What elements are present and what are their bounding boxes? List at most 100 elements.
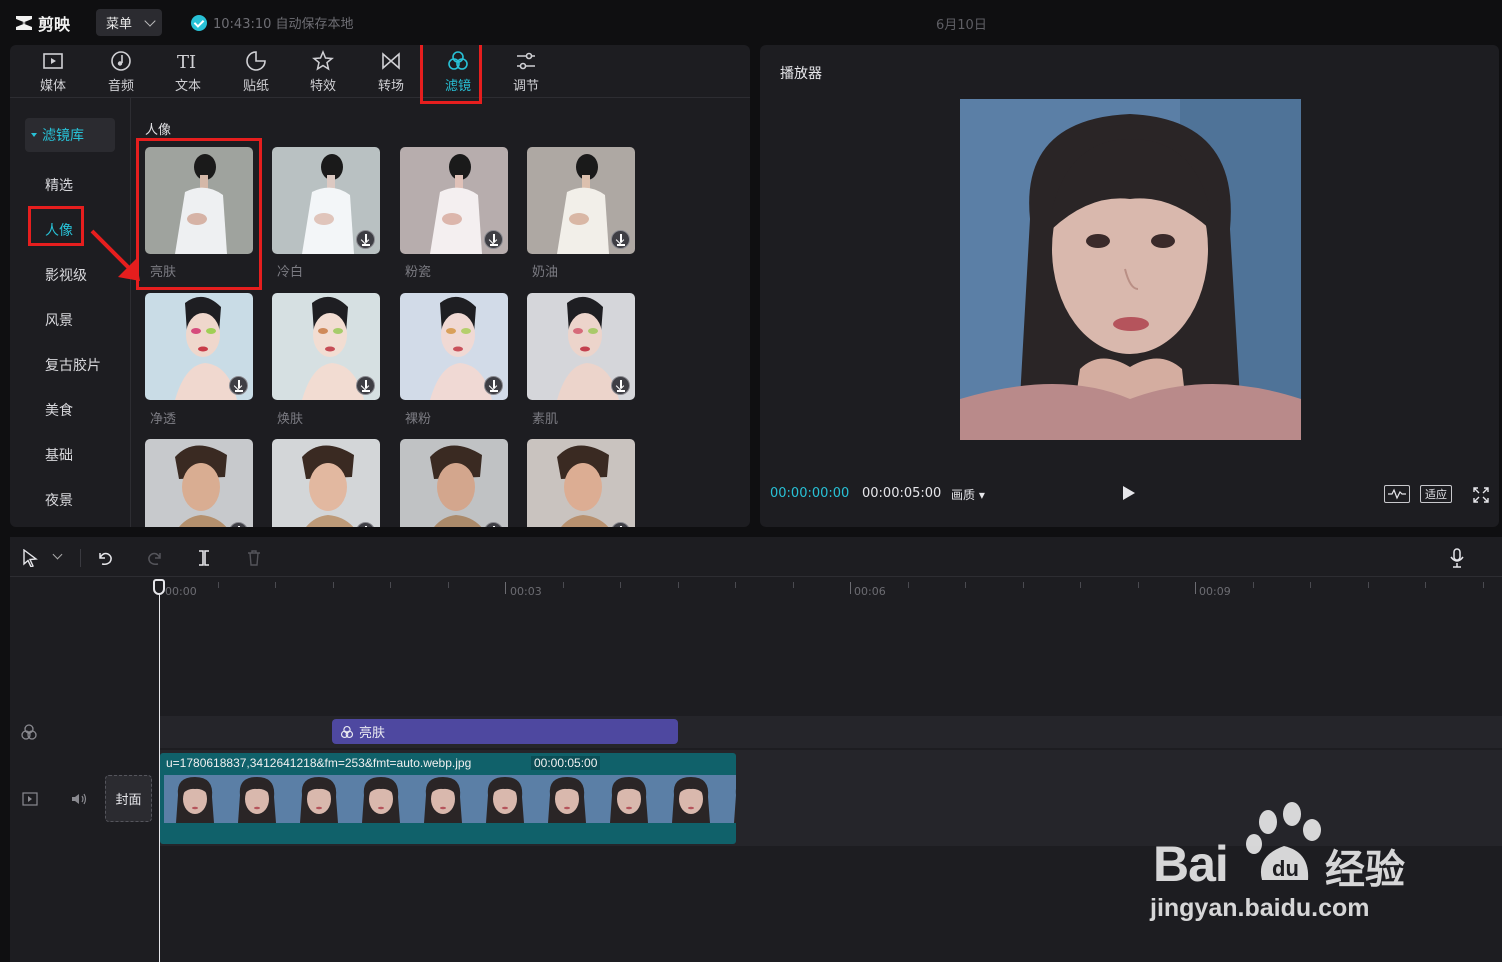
watermark-url: jingyan.baidu.com: [1150, 894, 1370, 922]
tab-effects[interactable]: 特效: [295, 49, 351, 97]
download-icon[interactable]: [611, 376, 630, 395]
download-icon[interactable]: [356, 230, 375, 249]
sidebar-item-featured[interactable]: 精选: [45, 175, 73, 195]
filter-thumb-huanfu[interactable]: [272, 293, 380, 400]
filter-thumb-luofen[interactable]: [400, 293, 508, 400]
watermark-brand-cn: 经验: [1325, 847, 1405, 893]
sidebar-item-food[interactable]: 美食: [45, 400, 73, 420]
filter-library-button[interactable]: 滤镜库: [25, 118, 115, 152]
project-date: 6月10日: [936, 18, 987, 33]
filter-label: 裸粉: [405, 412, 432, 427]
fullscreen-icon[interactable]: [1472, 486, 1490, 504]
current-timecode: 00:00:00:00: [770, 486, 850, 501]
playhead[interactable]: [159, 581, 160, 962]
sidebar-item-night[interactable]: 夜景: [45, 490, 73, 510]
filter-thumb-row3-1[interactable]: [145, 439, 253, 527]
svg-text:du: du: [1272, 856, 1299, 881]
filter-label: 素肌: [532, 412, 559, 427]
timeline-toolbar: [10, 537, 1502, 577]
tab-label: 文本: [174, 79, 201, 94]
quality-label: 画质: [951, 488, 976, 502]
highlight-box-portrait: [28, 206, 84, 246]
tab-label: 贴纸: [242, 79, 269, 94]
tab-transition[interactable]: 转场: [363, 49, 419, 97]
clip-filename: u=1780618837,3412641218&fm=253&fmt=auto.…: [166, 756, 472, 770]
tab-sticker[interactable]: 贴纸: [228, 49, 284, 97]
download-icon[interactable]: [229, 376, 248, 395]
microphone-icon[interactable]: [1450, 547, 1464, 569]
ruler-tick: [1138, 582, 1139, 588]
volume-icon[interactable]: [70, 791, 88, 807]
ruler-tick: [793, 582, 794, 588]
watermark-brand: Bai: [1153, 836, 1229, 892]
total-timecode: 00:00:05:00: [862, 486, 942, 501]
clip-frame-thumbnail: [350, 775, 412, 823]
filter-thumb-row3-2[interactable]: [272, 439, 380, 527]
video-track-icon[interactable]: [22, 792, 38, 806]
ruler-tick: [908, 582, 909, 588]
filter-thumb-row3-3[interactable]: [400, 439, 508, 527]
tab-label: 音频: [107, 79, 134, 94]
filter-preview-image: [527, 439, 635, 527]
audio-icon: [111, 51, 131, 71]
play-icon[interactable]: [1123, 486, 1135, 500]
highlight-box-liangfu: [136, 138, 262, 290]
delete-icon[interactable]: [246, 549, 262, 567]
fit-button[interactable]: 适应: [1420, 485, 1452, 503]
filter-thumb-suji[interactable]: [527, 293, 635, 400]
filter-thumb-lengbai[interactable]: [272, 147, 380, 254]
clip-frame-thumbnail: [598, 775, 660, 823]
app-logo: 剪映: [14, 11, 70, 35]
clip-frame-thumbnail: [536, 775, 598, 823]
filter-track-icon: [21, 724, 37, 740]
tab-media[interactable]: 媒体: [25, 49, 81, 97]
split-icon[interactable]: [196, 549, 212, 567]
clip-duration: 00:00:05:00: [531, 756, 601, 770]
tab-label: 调节: [512, 79, 539, 94]
tab-text[interactable]: TI 文本: [160, 49, 216, 97]
ruler-tick: [1023, 582, 1024, 588]
sidebar-item-retro-film[interactable]: 复古胶片: [45, 355, 101, 375]
download-icon[interactable]: [356, 376, 375, 395]
waveform-icon[interactable]: [1384, 485, 1410, 503]
filter-label: 焕肤: [277, 412, 304, 427]
time-ruler[interactable]: 00:00 00:03 00:06 00:09: [160, 577, 1502, 603]
clip-frame-thumbnail: [722, 775, 736, 823]
filter-thumb-fenci[interactable]: [400, 147, 508, 254]
filter-clip[interactable]: 亮肤: [332, 719, 678, 744]
download-icon[interactable]: [611, 230, 630, 249]
baidu-watermark: Bai du 经验 jingyan.baidu.com: [1150, 800, 1440, 930]
undo-icon[interactable]: [96, 549, 114, 567]
download-icon[interactable]: [484, 230, 503, 249]
filter-section-title: 人像: [145, 123, 172, 138]
sidebar-item-basic[interactable]: 基础: [45, 445, 73, 465]
baidu-paw-icon: du: [1246, 802, 1321, 881]
clip-frame-thumbnail: [164, 775, 226, 823]
download-icon[interactable]: [484, 376, 503, 395]
sidebar-item-cinematic[interactable]: 影视级: [45, 265, 87, 285]
clip-frames: [164, 775, 736, 823]
menu-button[interactable]: 菜单: [96, 9, 162, 36]
clip-frame-thumbnail: [412, 775, 474, 823]
quality-dropdown[interactable]: 画质 ▾: [951, 486, 985, 503]
filter-preview-image: [145, 439, 253, 527]
player-preview[interactable]: [960, 99, 1301, 440]
filter-library-label: 滤镜库: [42, 128, 84, 144]
tab-label: 转场: [377, 79, 404, 94]
tab-label: 媒体: [39, 79, 66, 94]
tab-audio[interactable]: 音频: [93, 49, 149, 97]
select-cursor-icon[interactable]: [22, 549, 38, 567]
ruler-tick: [678, 582, 679, 588]
filter-category-sidebar: 滤镜库 精选 人像 影视级 风景 复古胶片 美食 基础 夜景: [10, 98, 131, 527]
chevron-down-icon[interactable]: [52, 549, 63, 560]
video-clip[interactable]: u=1780618837,3412641218&fm=253&fmt=auto.…: [160, 753, 736, 844]
filter-thumb-naiyou[interactable]: [527, 147, 635, 254]
tab-adjust[interactable]: 调节: [498, 49, 554, 97]
cover-button[interactable]: 封面: [105, 775, 152, 822]
playhead-handle[interactable]: [153, 579, 165, 595]
autosave-status: 10:43:10 自动保存本地: [191, 13, 354, 32]
filter-thumb-row3-4[interactable]: [527, 439, 635, 527]
filter-thumb-jingtou[interactable]: [145, 293, 253, 400]
redo-icon[interactable]: [146, 549, 164, 567]
sidebar-item-landscape[interactable]: 风景: [45, 310, 73, 330]
